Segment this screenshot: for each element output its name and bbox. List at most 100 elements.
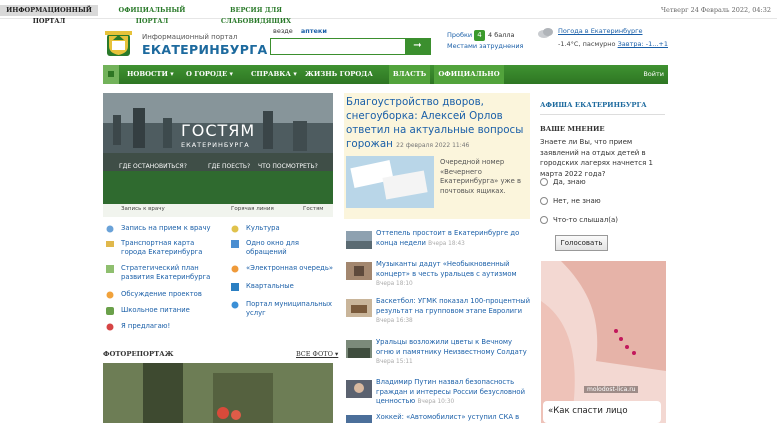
service-culture[interactable]: Культура <box>246 224 336 233</box>
search-tab-pharmacies[interactable]: аптеки <box>301 27 327 35</box>
nav-city-life[interactable]: ЖИЗНЬ ГОРОДА <box>305 65 373 84</box>
traffic-status-link[interactable]: Местами затруднения <box>447 42 523 50</box>
quarter-icon <box>231 283 239 291</box>
logo-title[interactable]: ЕКАТЕРИНБУРГА <box>142 42 267 57</box>
search-tab-everywhere[interactable]: везде <box>273 27 293 35</box>
tab-official-portal[interactable]: ОФИЦИАЛЬНЫЙ ПОРТАЛ <box>112 5 192 25</box>
news-title[interactable]: Музыканты дадут «Необыкновенный концерт»… <box>376 260 517 278</box>
tab-accessible-version[interactable]: ВЕРСИЯ ДЛЯ СЛАБОВИДЯЩИХ <box>201 5 311 25</box>
service-project-discussion[interactable]: Обсуждение проектов <box>121 290 221 299</box>
poll-option[interactable]: Что-то слышал(а) <box>540 216 618 224</box>
all-photos-link[interactable]: ВСЕ ФОТО ▾ <box>296 350 338 358</box>
feature-headline[interactable]: Благоустройство дворов, снегоуборка: Але… <box>346 95 526 153</box>
traffic-label[interactable]: Пробки <box>447 31 472 39</box>
news-item[interactable]: Владимир Путин назвал безопасность гражд… <box>346 378 530 406</box>
service-i-suggest[interactable]: Я предлагаю! <box>121 322 221 331</box>
radio-button[interactable] <box>540 197 548 205</box>
search-button[interactable]: ➞ <box>405 39 430 54</box>
photo-report-image[interactable] <box>103 363 333 423</box>
service-quarterly[interactable]: Квартальные <box>246 282 336 291</box>
news-thumbnail <box>346 262 372 280</box>
cloud-icon <box>538 28 553 38</box>
advertisement[interactable]: molodost-lica.ru «Как спасти лицо <box>541 261 666 423</box>
doctor-icon <box>106 225 114 233</box>
radio-button[interactable] <box>540 178 548 186</box>
news-title[interactable]: Баскетбол: УГМК показал 100-процентный р… <box>376 297 530 315</box>
feature-article: Благоустройство дворов, снегоуборка: Але… <box>344 93 530 219</box>
current-datetime: Четверг 24 Февраль 2022, 04:32 <box>660 6 771 14</box>
news-item[interactable]: Уральцы возложили цветы к Вечному огню и… <box>346 338 530 366</box>
news-time: Вчера 16:38 <box>376 318 413 324</box>
transport-card-icon <box>106 241 114 247</box>
poll-question: Знаете ли Вы, что прием заявлений на отд… <box>540 138 653 178</box>
main-nav: НОВОСТИ ▾ О ГОРОДЕ ▾ СПРАВКА ▾ ЖИЗНЬ ГОР… <box>103 65 668 84</box>
news-item[interactable]: Баскетбол: УГМК показал 100-процентный р… <box>346 297 530 325</box>
vote-button[interactable]: Голосовать <box>555 235 608 251</box>
home-button[interactable] <box>103 65 119 84</box>
radio-button[interactable] <box>540 216 548 224</box>
service-transport-card[interactable]: Транспортная карта города Екатеринбурга <box>121 239 221 257</box>
news-time: Вчера 15:11 <box>376 359 413 365</box>
login-link[interactable]: Войти <box>643 65 664 84</box>
banner-question-eat: ГДЕ ПОЕСТЬ? <box>208 163 251 170</box>
banner-question-stay: ГДЕ ОСТАНОВИТЬСЯ? <box>119 163 187 170</box>
traffic-level-badge: 4 <box>474 30 485 41</box>
news-item[interactable]: Музыканты дадут «Необыкновенный концерт»… <box>346 260 530 288</box>
suggest-icon <box>106 323 114 331</box>
news-title[interactable]: Хоккей: «Автомобилист» уступил СКА в <box>376 413 519 421</box>
news-title[interactable]: Уральцы возложили цветы к Вечному огню и… <box>376 338 527 356</box>
link-guests[interactable]: Гостям <box>303 206 323 212</box>
poll-title: ВАШЕ МНЕНИЕ <box>540 125 605 133</box>
service-school-meals[interactable]: Школьное питание <box>121 306 221 315</box>
nav-reference[interactable]: СПРАВКА ▾ <box>251 65 297 84</box>
ad-caption[interactable]: «Как спасти лицо <box>543 401 661 423</box>
city-emblem-icon[interactable] <box>103 31 134 57</box>
banner-question-see: ЧТО ПОСМОТРЕТЬ? <box>258 163 318 170</box>
divider <box>540 114 665 115</box>
news-time: Вчера 18:43 <box>428 240 465 247</box>
home-icon <box>108 71 114 77</box>
guests-banner[interactable]: ГОСТЯМ ЕКАТЕРИНБУРГА ГДЕ ОСТАНОВИТЬСЯ? Г… <box>103 93 333 204</box>
feature-text: Очередной номер «Вечернего Екатеринбурга… <box>440 158 521 195</box>
tab-info-portal[interactable]: ИНФОРМАЦИОННЫЙ ПОРТАЛ <box>0 5 98 25</box>
news-thumbnail <box>346 231 372 249</box>
nav-authority[interactable]: ВЛАСТЬ <box>389 65 430 84</box>
municipal-services-icon <box>231 301 239 309</box>
afisha-title[interactable]: АФИША ЕКАТЕРИНБУРГА <box>540 101 647 109</box>
ad-image <box>541 261 666 423</box>
service-doctor-appointment[interactable]: Запись на прием к врачу <box>121 224 221 233</box>
search-input[interactable]: ➞ <box>270 38 431 55</box>
poll-option[interactable]: Нет, не знаю <box>540 197 601 205</box>
news-time: Вчера 10:30 <box>417 399 455 405</box>
weather-tomorrow-link[interactable]: Завтра: -1...+1 <box>618 40 668 48</box>
link-doctor[interactable]: Запись к врачу <box>121 206 165 212</box>
feature-date: 22 февраля 2022 11:46 <box>396 142 470 149</box>
poll-option[interactable]: Да, знаю <box>540 178 586 186</box>
news-thumbnail <box>346 340 372 358</box>
service-electronic-queue[interactable]: «Электронная очередь» <box>246 264 336 273</box>
news-item[interactable]: Хоккей: «Автомобилист» уступил СКА в <box>346 413 530 423</box>
photo-report-title[interactable]: ФОТОРЕПОРТАЖ <box>103 350 174 358</box>
service-single-window[interactable]: Одно окно для обращений <box>246 239 336 257</box>
link-hotline[interactable]: Горячая линия <box>231 206 274 212</box>
news-thumbnail <box>346 415 372 423</box>
strategy-icon <box>106 265 114 273</box>
nav-official[interactable]: ОФИЦИАЛЬНО <box>434 65 504 84</box>
weather-now: -1.4°C, пасмурно Завтра: -1...+1 <box>558 40 668 48</box>
service-strategic-plan[interactable]: Стратегический план развития Екатеринбур… <box>121 264 221 282</box>
nav-about-city[interactable]: О ГОРОДЕ ▾ <box>186 65 233 84</box>
newspaper-image[interactable] <box>346 156 434 208</box>
news-thumbnail <box>346 299 372 317</box>
search-scope-tabs: везде аптеки <box>273 27 333 35</box>
banner-subtitle: ЕКАТЕРИНБУРГА <box>181 141 250 149</box>
weather-link[interactable]: Погода в Екатеринбурге <box>558 27 643 35</box>
arrow-right-icon: ➞ <box>413 40 422 51</box>
news-item[interactable]: Оттепель простоит в Екатеринбурге до кон… <box>346 229 530 257</box>
nav-news[interactable]: НОВОСТИ ▾ <box>127 65 174 84</box>
news-thumbnail <box>346 380 372 398</box>
service-municipal-portal[interactable]: Портал муниципальных услуг <box>246 300 336 318</box>
school-meal-icon <box>106 307 114 315</box>
traffic-score: 4 балла <box>488 31 515 39</box>
discussion-icon <box>106 291 114 299</box>
news-time: Вчера 18:10 <box>376 281 413 287</box>
